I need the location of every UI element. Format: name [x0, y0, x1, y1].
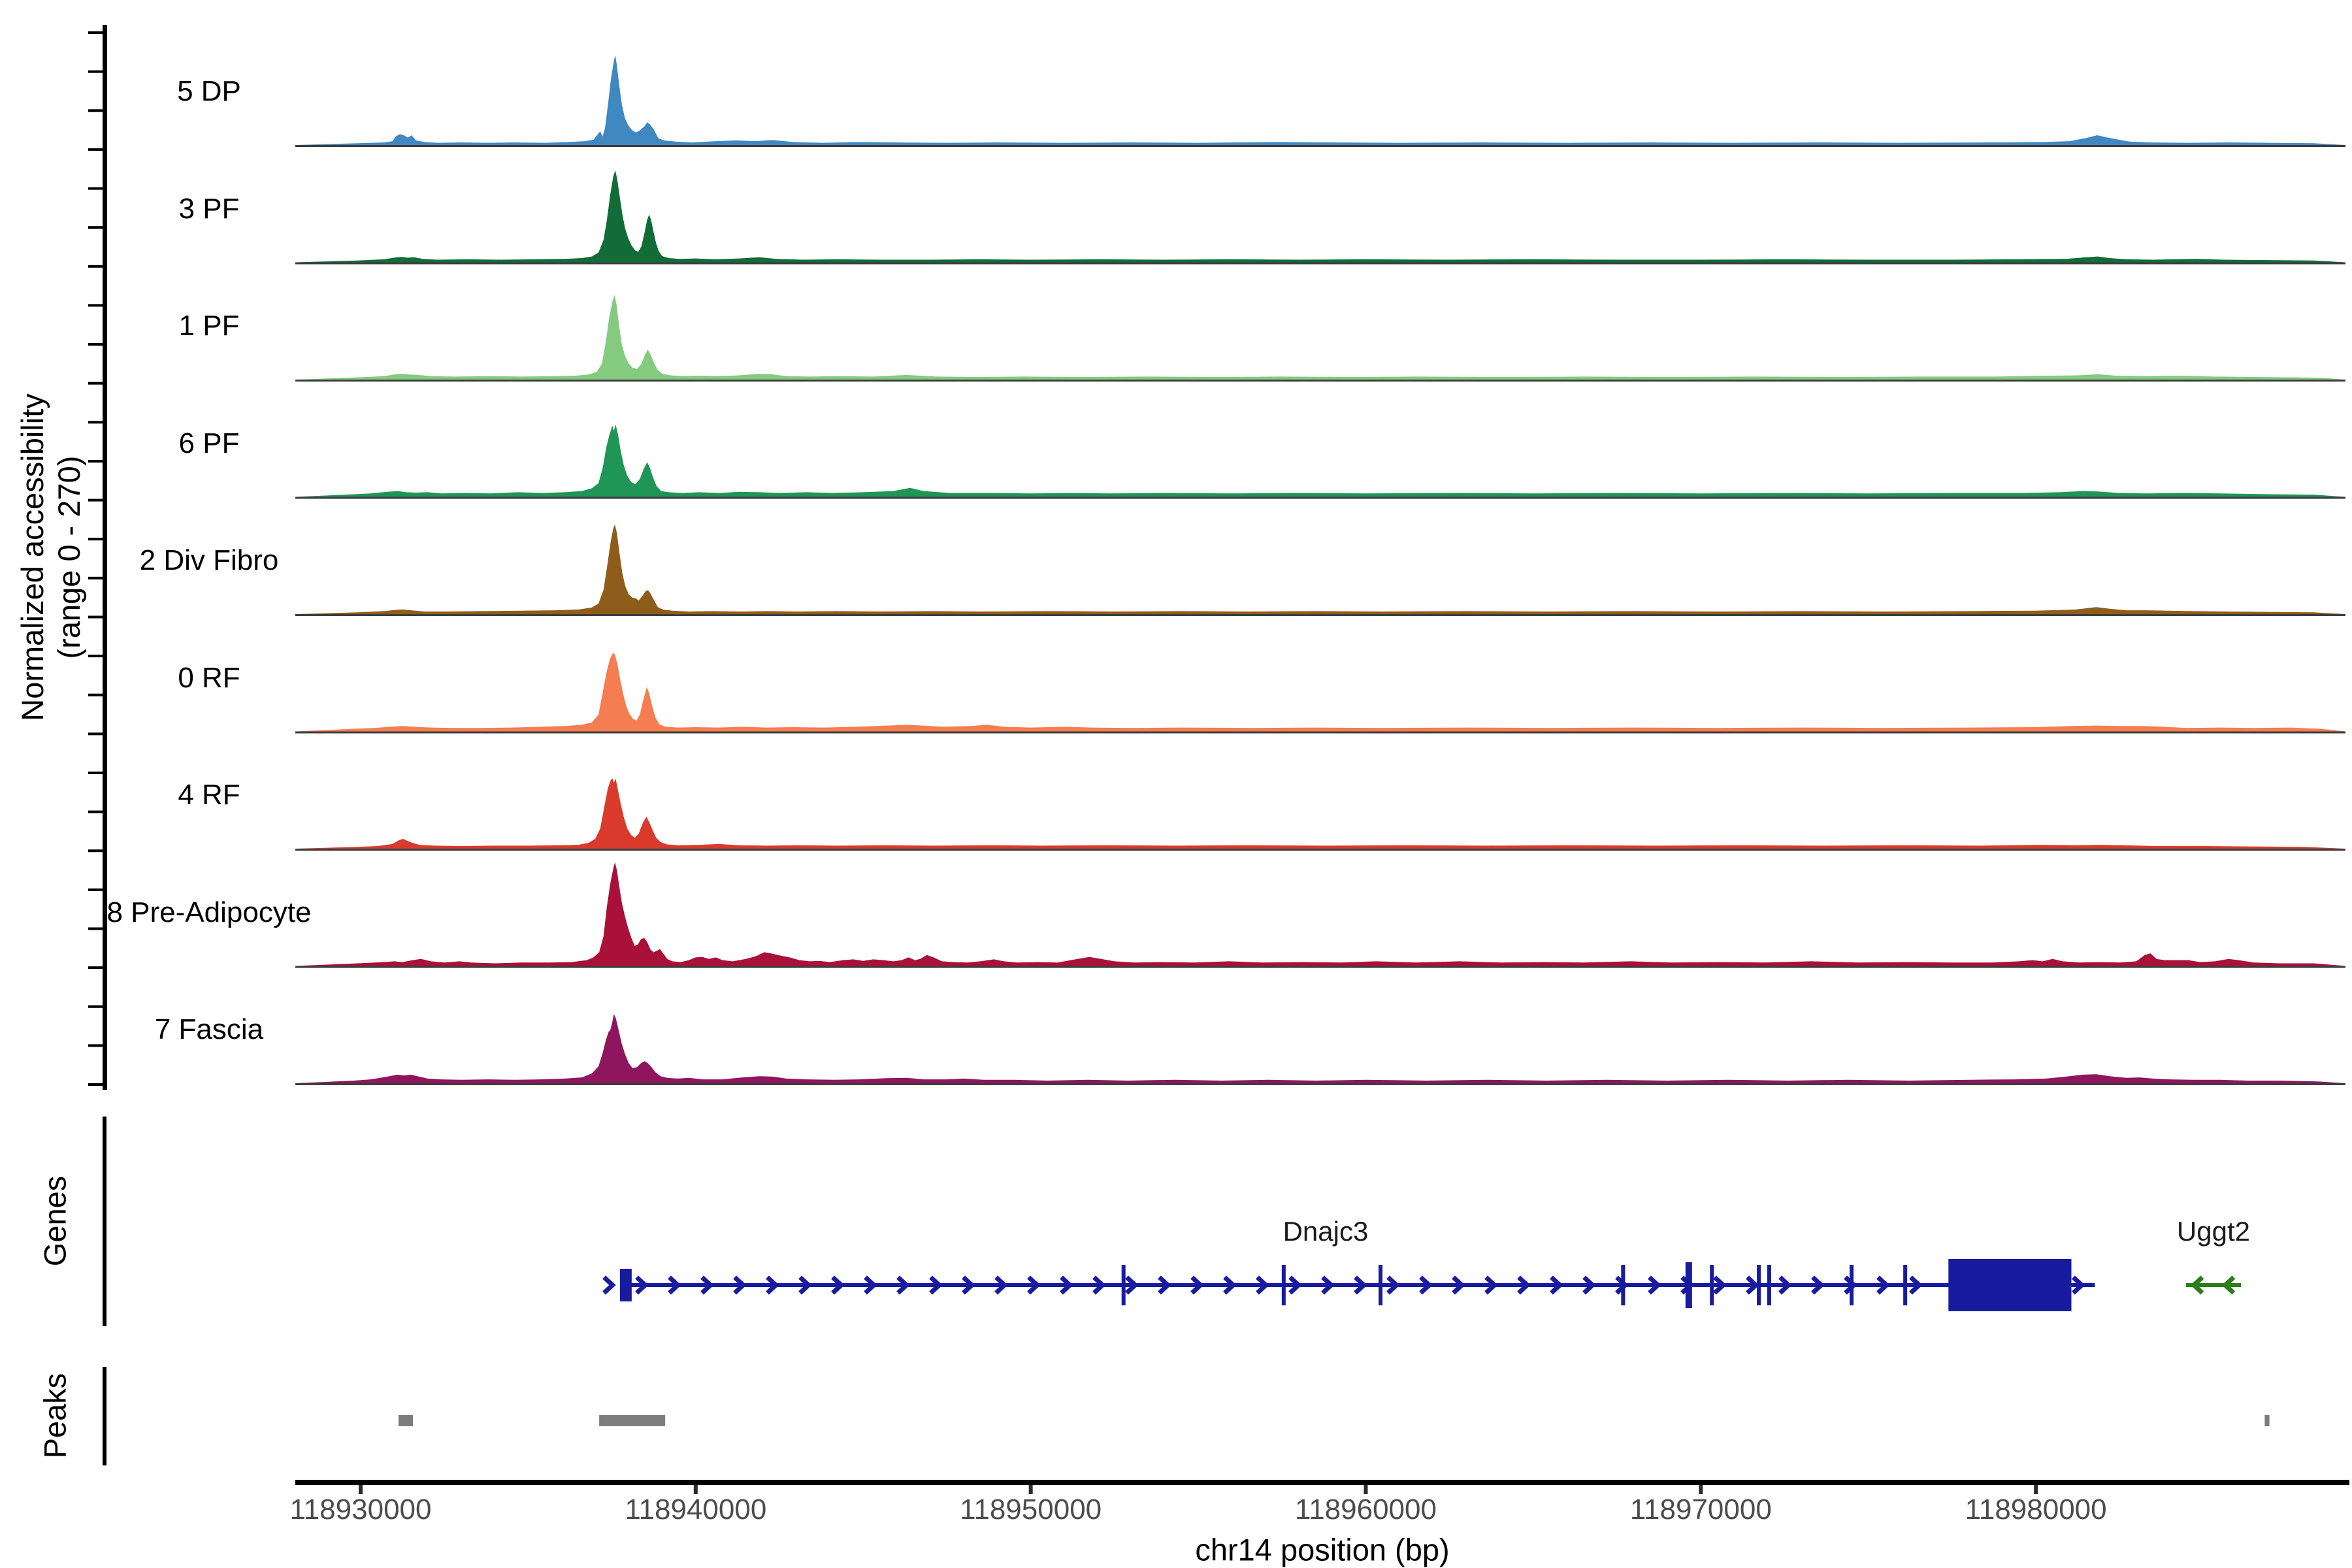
track-baseline-6-pf	[295, 497, 2345, 499]
y-axis-tick	[88, 615, 103, 619]
track-label-6-pf: 6 PF	[178, 427, 240, 459]
track-label-2-div-fibro: 2 Div Fibro	[139, 544, 279, 576]
y-axis-tick	[88, 655, 103, 658]
y-axis-tick	[88, 888, 103, 891]
genome-browser-figure: Normalized accessibility (range 0 - 270)…	[0, 0, 2352, 1568]
x-axis-tick-label: 118960000	[1294, 1494, 1437, 1526]
gene-tss-exon-dnajc3	[619, 1269, 632, 1301]
x-axis-tick-label: 118930000	[289, 1494, 432, 1526]
track-baseline-2-div-fibro	[295, 614, 2345, 616]
track-baseline-5-dp	[295, 145, 2345, 147]
y-axis-tick	[88, 187, 103, 190]
signal-area-0-rf	[295, 653, 2345, 732]
signal-area-8-pre-adipocyte	[295, 862, 2345, 966]
gene-exon-dnajc3	[1903, 1265, 1908, 1305]
track-baseline-0-rf	[295, 731, 2345, 734]
y-axis-tick	[88, 343, 103, 346]
track-label-7-fascia: 7 Fascia	[154, 1013, 264, 1045]
gene-exon-dnajc3	[1710, 1265, 1714, 1305]
y-axis-tick	[88, 1083, 103, 1086]
gene-exon-dnajc3	[1379, 1265, 1383, 1305]
tracks-plot	[88, 25, 2349, 1494]
y-axis-tick	[88, 31, 103, 34]
y-axis-tick	[88, 498, 103, 502]
y-axis-tick	[88, 966, 103, 970]
genes-section-label: Genes	[37, 1175, 73, 1267]
y-axis-tick	[88, 1044, 103, 1047]
y-axis-tick	[88, 304, 103, 307]
y-axis-tick	[88, 771, 103, 774]
x-axis-tick	[359, 1485, 363, 1494]
signal-area-1-pf	[295, 295, 2345, 380]
y-axis-tick	[88, 576, 103, 580]
y-axis-tick	[88, 459, 103, 463]
track-label-4-rf: 4 RF	[178, 779, 240, 811]
y-axis-tick	[88, 1005, 103, 1008]
peak-region	[2264, 1415, 2270, 1426]
tracks-y-axis-line	[103, 25, 107, 1090]
gene-strand-arrow-dnajc3	[602, 1275, 616, 1295]
signal-area-6-pf	[295, 424, 2345, 497]
x-axis-line	[295, 1480, 2349, 1485]
signal-area-4-rf	[295, 778, 2345, 849]
y-axis-tick	[88, 810, 103, 813]
track-label-3-pf: 3 PF	[178, 192, 240, 225]
peak-region	[398, 1415, 414, 1426]
y-axis-label-line1: Normalized accessibility	[15, 393, 50, 721]
track-baseline-7-fascia	[295, 1083, 2345, 1085]
track-label-1-pf: 1 PF	[178, 310, 240, 342]
track-label-8-pre-adipocyte: 8 Pre-Adipocyte	[106, 896, 312, 928]
gene-exon-dnajc3	[1281, 1265, 1286, 1305]
x-axis-tick-label: 118940000	[625, 1494, 767, 1526]
track-baseline-1-pf	[295, 380, 2345, 382]
x-axis-tick	[2034, 1485, 2038, 1494]
gene-exon-dnajc3	[1767, 1265, 1771, 1305]
peaks-bracket-line	[103, 1367, 106, 1465]
x-axis-tick	[1364, 1485, 1368, 1494]
track-baseline-4-rf	[295, 849, 2345, 851]
gene-label-dnajc3: Dnajc3	[1282, 1216, 1369, 1247]
signal-area-7-fascia	[295, 1013, 2345, 1083]
signal-area-2-div-fibro	[295, 524, 2345, 614]
gene-label-uggt2: Uggt2	[2176, 1216, 2250, 1247]
peaks-section-label: Peaks	[37, 1373, 73, 1459]
x-axis-tick	[693, 1485, 698, 1494]
track-baseline-8-pre-adipocyte	[295, 966, 2345, 968]
y-axis-tick	[88, 226, 103, 229]
y-axis-tick	[88, 693, 103, 696]
x-axis-tick-label: 118970000	[1629, 1494, 1772, 1526]
x-axis-tick	[1699, 1485, 1703, 1494]
y-axis-tick	[88, 70, 103, 73]
signal-area-3-pf	[295, 170, 2345, 263]
y-axis-tick	[88, 927, 103, 930]
y-axis-tick	[88, 849, 103, 853]
x-axis-tick-label: 118980000	[1965, 1494, 2107, 1526]
x-axis-tick	[1028, 1485, 1033, 1494]
signal-area-5-dp	[295, 55, 2345, 146]
y-axis-tick	[88, 382, 103, 385]
track-label-0-rf: 0 RF	[178, 661, 240, 694]
y-axis-label: Normalized accessibility (range 0 - 270)	[14, 393, 88, 721]
x-axis-tick-label: 118950000	[960, 1494, 1102, 1526]
peak-region	[599, 1415, 666, 1426]
gene-exon-dnajc3	[1121, 1265, 1126, 1305]
track-label-5-dp: 5 DP	[177, 75, 241, 107]
gene-utr-box-dnajc3	[1948, 1259, 2072, 1311]
y-axis-label-line2: (range 0 - 270)	[52, 455, 86, 659]
y-axis-tick	[88, 538, 103, 541]
x-axis-title: chr14 position (bp)	[1195, 1532, 1450, 1567]
y-axis-tick	[88, 421, 103, 424]
track-baseline-3-pf	[295, 262, 2345, 265]
y-axis-tick	[88, 732, 103, 736]
genes-bracket-line	[103, 1117, 106, 1326]
y-axis-tick	[88, 148, 103, 151]
y-axis-tick	[88, 109, 103, 112]
y-axis-tick	[88, 265, 103, 268]
